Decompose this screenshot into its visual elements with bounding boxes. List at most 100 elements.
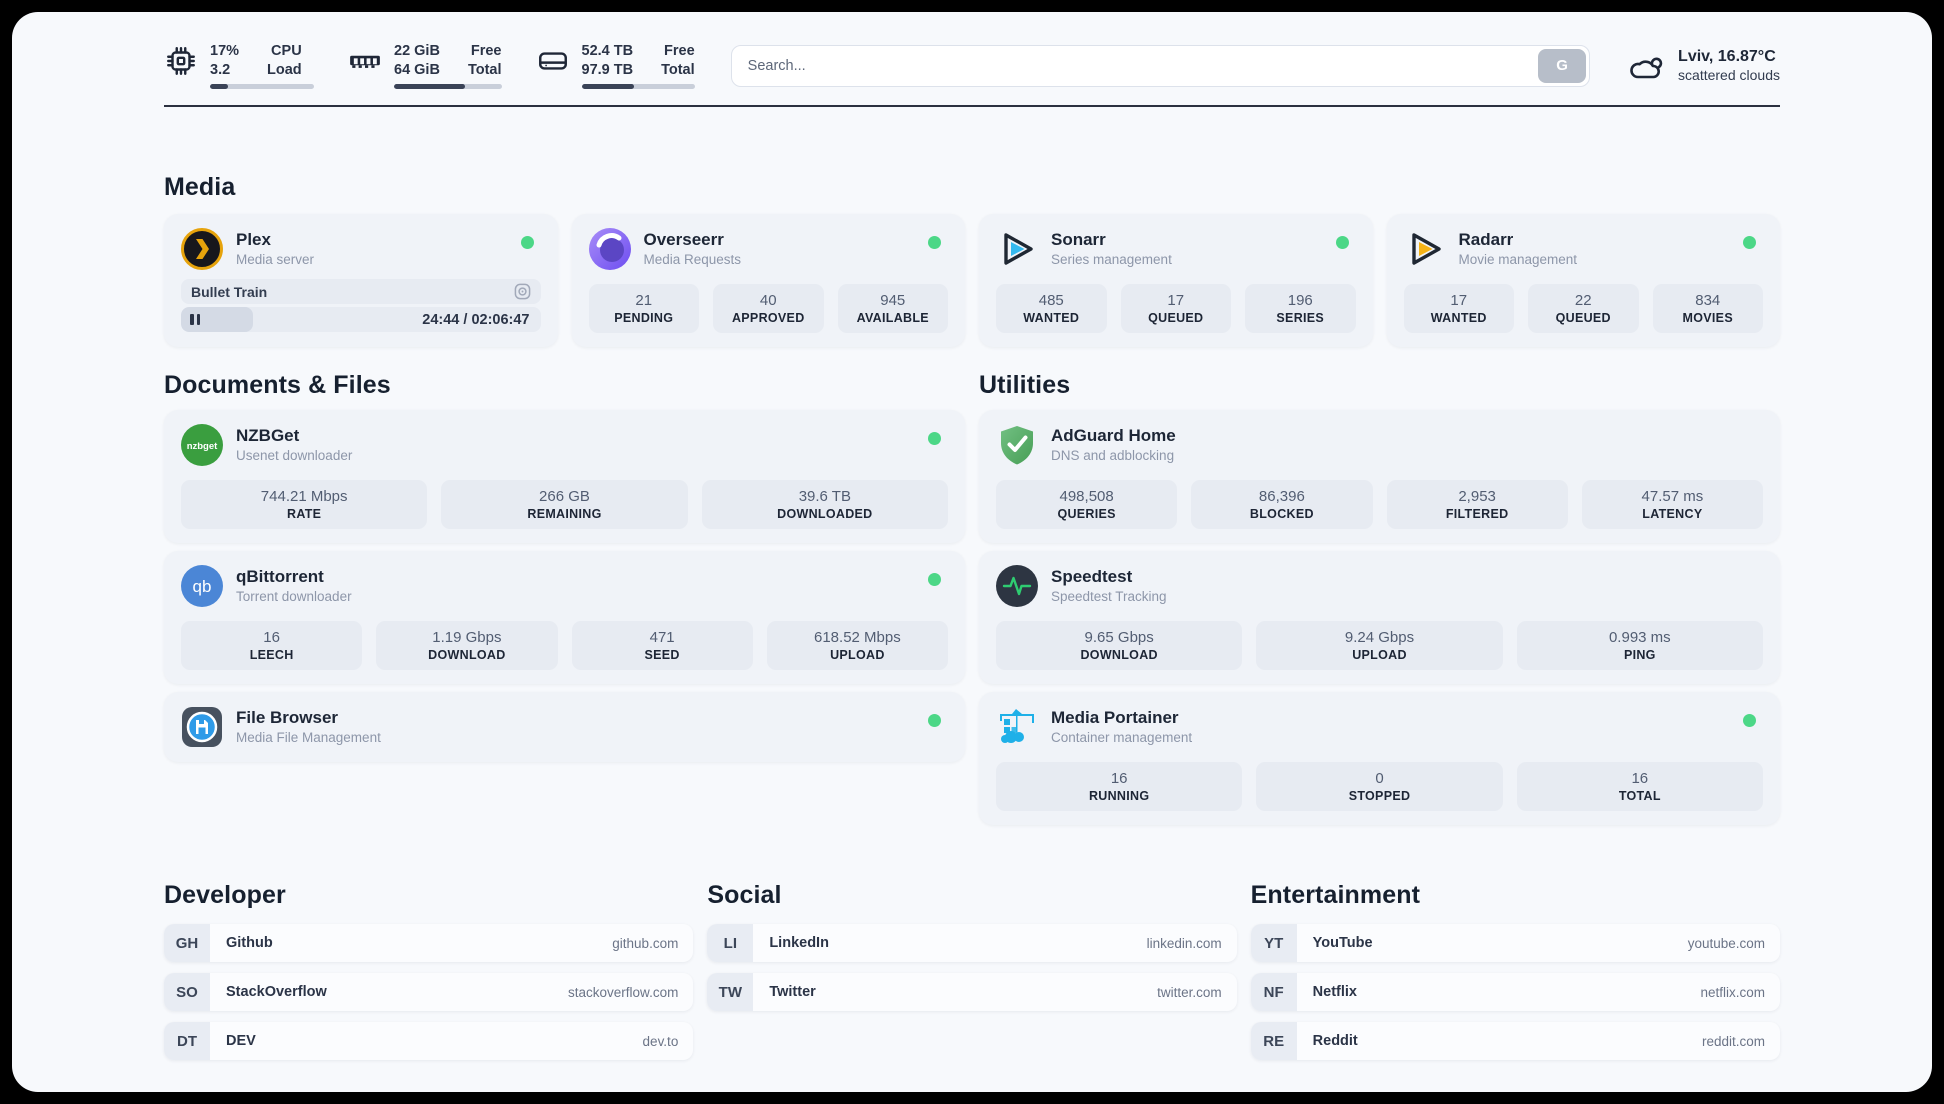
bookmark-name: Reddit (1312, 1033, 1358, 1049)
now-playing-title: Bullet Train (191, 283, 268, 300)
disk-progress-fill (581, 84, 634, 89)
weather-widget: Lviv, 16.87°C scattered clouds (1626, 46, 1780, 86)
section-title-developer: Developer (164, 881, 286, 909)
bookmark-name: YouTube (1312, 935, 1373, 951)
app-name: Overseerr (643, 230, 724, 249)
stat-box: 744.21 Mbps RATE (181, 480, 428, 529)
app-subtitle: Movie management (1458, 252, 1578, 267)
disk-total-label: Total (661, 62, 695, 78)
app-subtitle: Container management (1051, 730, 1193, 745)
disk-total-value: 97.9 TB (581, 62, 634, 78)
app-card-overseerr: Overseerr Media Requests 21 PENDING 40 A… (571, 214, 965, 347)
stat-box: 945 AVAILABLE (837, 284, 948, 333)
bookmark-abbr: TW (707, 973, 754, 1011)
section-title-social: Social (707, 881, 782, 909)
stat-box: 17 WANTED (1403, 284, 1514, 333)
stat-box: 0 STOPPED (1256, 762, 1503, 811)
bookmark-linkedin[interactable]: LI LinkedIn linkedin.com (707, 924, 1237, 962)
bookmark-netflix[interactable]: NF Netflix netflix.com (1250, 973, 1780, 1011)
status-dot (928, 573, 941, 586)
bookmark-dev[interactable]: DT DEV dev.to (164, 1022, 694, 1060)
section-documents: Documents & Files nzbget NZBGet Usenet d… (164, 371, 965, 762)
app-name: AdGuard Home (1051, 426, 1176, 445)
stat-box: 834 MOVIES (1652, 284, 1763, 333)
bookmark-name: Github (226, 935, 273, 951)
header-divider (164, 105, 1780, 107)
speedtest-icon (996, 565, 1038, 607)
app-card-portainer: Media Portainer Container management 16 … (979, 692, 1780, 825)
pause-icon[interactable] (190, 314, 200, 325)
stat-box: 16 RUNNING (996, 762, 1243, 811)
stat-box: 16 TOTAL (1516, 762, 1763, 811)
bookmark-url: linkedin.com (1146, 935, 1222, 951)
bookmark-twitter[interactable]: TW Twitter twitter.com (707, 973, 1237, 1011)
app-name: Speedtest (1051, 567, 1133, 586)
search-bar: G (730, 44, 1591, 87)
stat-box: 22 QUEUED (1528, 284, 1639, 333)
app-subtitle: Media Requests (643, 252, 742, 267)
bookmark-abbr: LI (707, 924, 754, 962)
plex-progress-fill (181, 307, 253, 332)
stat-box: 1.19 Gbps DOWNLOAD (376, 621, 558, 670)
disk-progress-track (581, 84, 695, 89)
stat-box: 0.993 ms PING (1516, 621, 1763, 670)
app-subtitle: Usenet downloader (236, 448, 353, 463)
app-subtitle: Media server (236, 252, 315, 267)
bookmark-github[interactable]: GH Github github.com (164, 924, 694, 962)
stat-box: 40 APPROVED (713, 284, 824, 333)
bookmark-name: DEV (226, 1033, 256, 1049)
cpu-icon (167, 47, 195, 75)
app-card-nzbget: nzbget NZBGet Usenet downloader 744.21 M… (164, 410, 965, 543)
app-card-filebrowser: File Browser Media File Management (164, 692, 965, 762)
stat-box: 21 PENDING (588, 284, 699, 333)
radarr-icon (1411, 233, 1441, 265)
status-dot (928, 714, 941, 727)
svg-text:qb: qb (193, 577, 212, 596)
search-input[interactable] (730, 44, 1591, 87)
bookmark-abbr: NF (1250, 973, 1297, 1011)
bookmark-stackoverflow[interactable]: SO StackOverflow stackoverflow.com (164, 973, 694, 1011)
app-link-filebrowser[interactable]: File Browser Media File Management (181, 706, 948, 748)
bookmark-group-social: Social LI LinkedIn linkedin.com TW Twitt… (707, 881, 1237, 1011)
app-card-plex: Plex Media server Bullet Train 24:44 / 0… (164, 214, 558, 347)
app-link-nzbget[interactable]: nzbget NZBGet Usenet downloader (181, 424, 948, 466)
app-link-portainer[interactable]: Media Portainer Container management (996, 706, 1763, 748)
bookmark-abbr: DT (164, 1022, 210, 1060)
cpu-load-value: 3.2 (210, 62, 231, 78)
status-dot (1743, 714, 1756, 727)
adguard-icon (1001, 426, 1033, 465)
status-dot (1743, 236, 1756, 249)
app-subtitle: Series management (1051, 252, 1172, 267)
search-engine-button[interactable]: G (1538, 48, 1587, 83)
stat-box: 9.65 Gbps DOWNLOAD (996, 621, 1243, 670)
stat-box: 16 LEECH (181, 621, 363, 670)
memory-free-value: 22 GiB (394, 43, 440, 59)
system-widgets: 17% 3.2 CPU Load 22 GiB 64 GiB Free Tota… (164, 42, 695, 89)
stat-box: 266 GB REMAINING (441, 480, 688, 529)
status-dot (928, 236, 941, 249)
app-subtitle: DNS and adblocking (1051, 448, 1175, 463)
bookmark-group-developer: Developer GH Github github.com SO StackO… (164, 881, 694, 1060)
app-name: qBittorrent (236, 567, 324, 586)
app-link-speedtest[interactable]: Speedtest Speedtest Tracking (996, 565, 1763, 607)
svg-text:nzbget: nzbget (187, 441, 218, 452)
app-link-overseerr[interactable]: Overseerr Media Requests (588, 228, 949, 270)
app-card-sonarr: Sonarr Series management 485 WANTED 17 Q… (979, 214, 1373, 347)
disk-free-value: 52.4 TB (581, 43, 634, 59)
app-link-plex[interactable]: Plex Media server (181, 228, 541, 270)
bookmark-youtube[interactable]: YT YouTube youtube.com (1250, 924, 1780, 962)
bookmark-group-entertainment: Entertainment YT YouTube youtube.com NF … (1250, 881, 1780, 1060)
app-link-qbittorrent[interactable]: qb qBittorrent Torrent downloader (181, 565, 948, 607)
bookmark-abbr: RE (1250, 1022, 1297, 1060)
stat-box: 196 SERIES (1245, 284, 1356, 333)
stat-box: 2,953 FILTERED (1386, 480, 1568, 529)
app-link-adguard[interactable]: AdGuard Home DNS and adblocking (996, 424, 1763, 466)
stat-box: 498,508 QUERIES (996, 480, 1178, 529)
app-link-sonarr[interactable]: Sonarr Series management (996, 228, 1356, 270)
bookmark-reddit[interactable]: RE Reddit reddit.com (1250, 1022, 1780, 1060)
camera-icon[interactable] (514, 283, 531, 300)
stat-box: 471 SEED (571, 621, 753, 670)
cloud-icon (1630, 57, 1663, 78)
cpu-usage-value: 17% (210, 43, 240, 59)
app-link-radarr[interactable]: Radarr Movie management (1404, 228, 1764, 270)
